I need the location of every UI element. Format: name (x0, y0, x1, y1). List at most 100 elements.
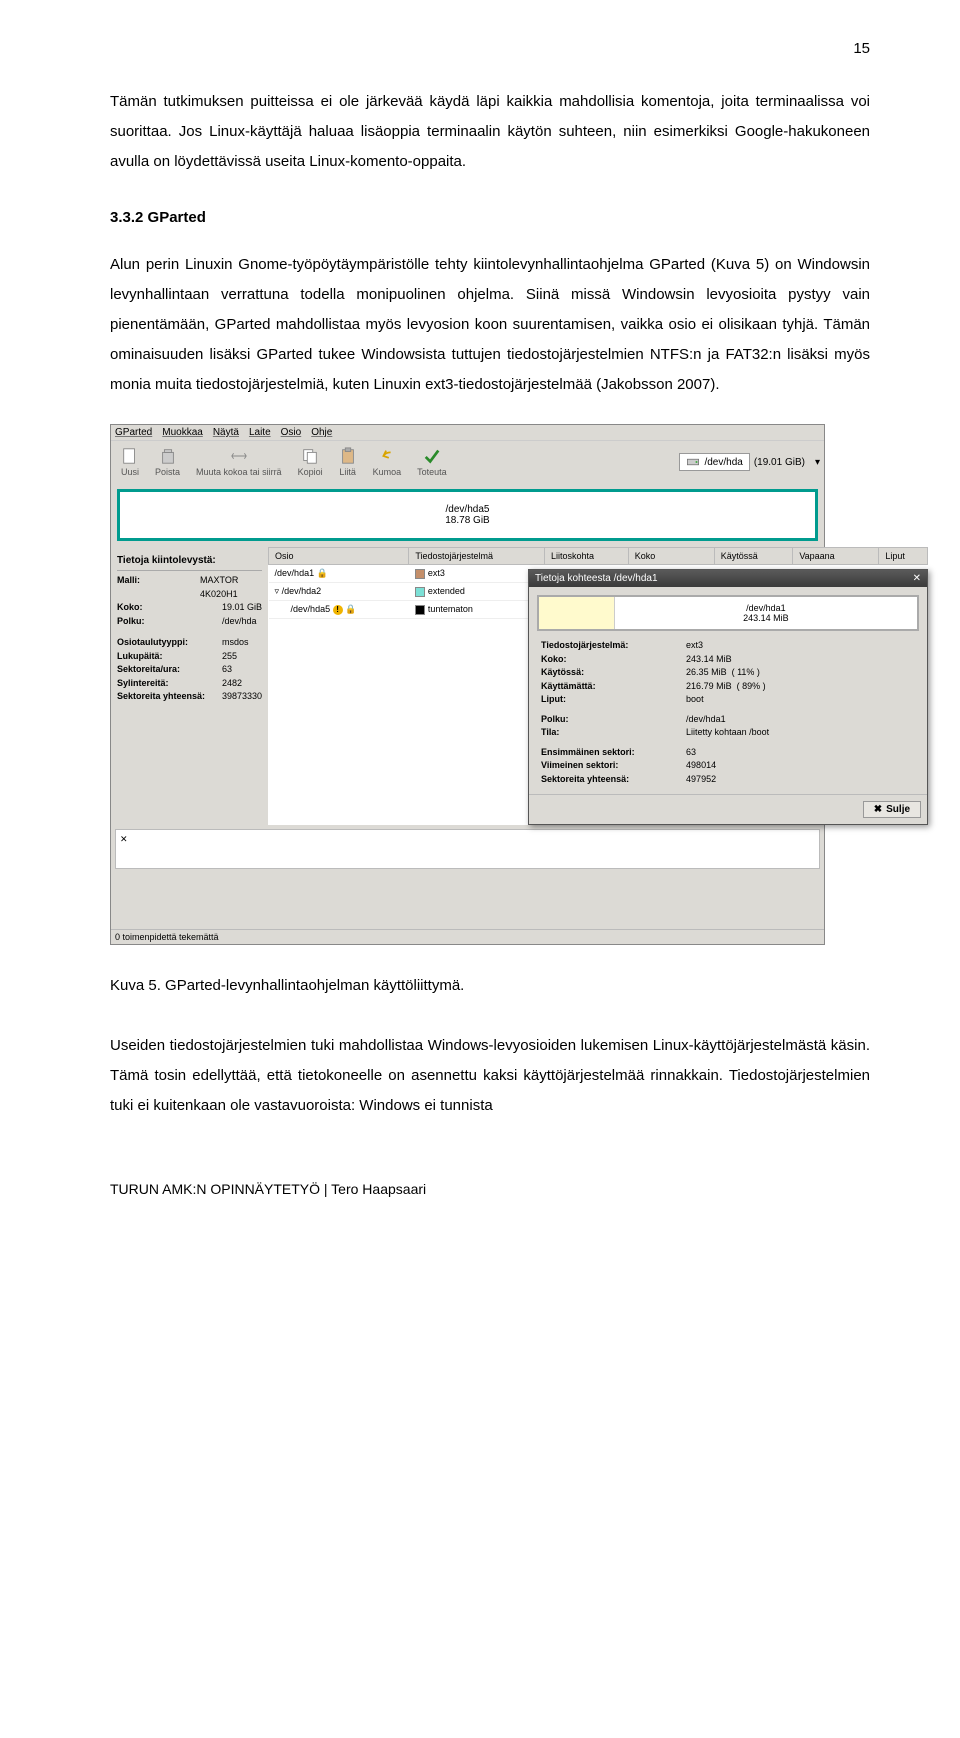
info-ptable-key: Osiotaulutyyppi: (117, 636, 222, 650)
tool-resize-label: Muuta kokoa tai siirrä (196, 467, 282, 477)
partition-table: Osio Tiedostojärjestelmä Liitoskohta Kok… (268, 547, 928, 825)
figure-caption: Kuva 5. GParted-levynhallintaohjelman kä… (110, 971, 870, 1001)
col-mount[interactable]: Liitoskohta (544, 548, 628, 565)
col-size[interactable]: Koko (628, 548, 714, 565)
tool-undo[interactable]: Kumoa (367, 445, 408, 479)
info-total-value: 39873330 (222, 690, 262, 704)
disk-info-panel: Tietoja kiintolevystä: Malli:MAXTOR 4K02… (111, 547, 268, 825)
cell-fs: extended (428, 586, 465, 596)
info-path-value: /dev/hda (222, 615, 257, 629)
partition-visual[interactable]: /dev/hda5 18.78 GiB (117, 489, 818, 541)
dlg-fs-key: Tiedostojärjestelmä: (541, 639, 686, 653)
tool-paste-label: Liitä (339, 467, 356, 477)
dlg-flags-key: Liput: (541, 693, 686, 707)
info-cyl-value: 2482 (222, 677, 242, 691)
toolbar: Uusi Poista Muuta kokoa tai siirrä Kopio… (111, 440, 824, 483)
info-size-key: Koko: (117, 601, 222, 615)
info-spt-value: 63 (222, 663, 232, 677)
copy-icon (301, 447, 319, 465)
tool-paste[interactable]: Liitä (333, 445, 363, 479)
dlg-fs-value: ext3 (686, 639, 703, 653)
dlg-first-key: Ensimmäinen sektori: (541, 746, 686, 760)
disk-size-label: (19.01 GiB) (754, 457, 811, 468)
col-partition[interactable]: Osio (269, 548, 409, 565)
dlg-path-key: Polku: (541, 713, 686, 727)
col-flags[interactable]: Liput (879, 548, 928, 565)
paragraph-gparted: Alun perin Linuxin Gnome-työpöytäympäris… (110, 250, 870, 400)
partition-visual-name: /dev/hda5 (446, 504, 490, 515)
close-button-label: Sulje (886, 804, 910, 815)
dlg-unused-pct: ( 89% ) (737, 680, 766, 694)
tool-delete[interactable]: Poista (149, 445, 186, 479)
cell-part: /dev/hda1 (275, 568, 315, 578)
fs-swatch-icon (415, 569, 425, 579)
menu-edit[interactable]: Muokkaa (162, 427, 203, 438)
new-icon (121, 447, 139, 465)
dlg-last-value: 498014 (686, 759, 716, 773)
dlg-used-pct: ( 11% ) (732, 666, 760, 680)
menu-view[interactable]: Näytä (213, 427, 239, 438)
apply-icon (423, 447, 441, 465)
tool-resize[interactable]: Muuta kokoa tai siirrä (190, 445, 288, 479)
col-used[interactable]: Käytössä (714, 548, 793, 565)
pending-close-icon[interactable]: ✕ (120, 834, 128, 845)
info-cyl-key: Sylintereitä: (117, 677, 222, 691)
info-path-key: Polku: (117, 615, 222, 629)
tool-new[interactable]: Uusi (115, 445, 145, 479)
disk-selector[interactable]: /dev/hda (679, 453, 749, 471)
dlg-first-value: 63 (686, 746, 696, 760)
tool-apply[interactable]: Toteuta (411, 445, 453, 479)
undo-icon (378, 447, 396, 465)
dlg-state-value: Liitetty kohtaan /boot (686, 726, 769, 740)
gparted-screenshot: GParted Muokkaa Näytä Laite Osio Ohje Uu… (110, 424, 825, 945)
dialog-vis-size: 243.14 MiB (743, 613, 789, 623)
close-button[interactable]: ✖ Sulje (863, 801, 921, 818)
disk-icon (686, 455, 700, 469)
info-title: Tietoja kiintolevystä: (117, 553, 262, 571)
x-icon: ✖ (874, 804, 882, 815)
info-heads-key: Lukupäitä: (117, 650, 222, 664)
paste-icon (339, 447, 357, 465)
usage-fill (539, 597, 615, 629)
dlg-unused-key: Käyttämättä: (541, 680, 686, 694)
info-total-key: Sektoreita yhteensä: (117, 690, 222, 704)
info-model-key: Malli: (117, 574, 200, 601)
section-heading: 3.3.2 GParted (110, 209, 870, 226)
lock-icon: 🔒 (345, 604, 356, 614)
cell-part: /dev/hda2 (282, 586, 322, 596)
paragraph-support: Useiden tiedostojärjestelmien tuki mahdo… (110, 1031, 870, 1121)
pending-operations: ✕ (115, 829, 820, 869)
dlg-size-key: Koko: (541, 653, 686, 667)
dlg-unused-value: 216.79 MiB (686, 680, 732, 694)
dialog-vis-name: /dev/hda1 (746, 603, 786, 613)
cell-fs: tuntematon (428, 604, 473, 614)
paragraph-intro: Tämän tutkimuksen puitteissa ei ole järk… (110, 87, 870, 177)
tool-new-label: Uusi (121, 467, 139, 477)
tool-delete-label: Poista (155, 467, 180, 477)
fs-swatch-icon (415, 587, 425, 597)
info-model-value: MAXTOR 4K020H1 (200, 574, 262, 601)
menu-partition[interactable]: Osio (281, 427, 302, 438)
dialog-partition-visual: /dev/hda1 243.14 MiB (537, 595, 919, 631)
dlg-size-value: 243.14 MiB (686, 653, 732, 667)
tool-copy-label: Kopioi (298, 467, 323, 477)
info-ptable-value: msdos (222, 636, 249, 650)
col-free[interactable]: Vapaana (793, 548, 879, 565)
menu-help[interactable]: Ohje (311, 427, 332, 438)
menu-device[interactable]: Laite (249, 427, 271, 438)
dlg-used-value: 26.35 MiB (686, 666, 727, 680)
dialog-titlebar[interactable]: Tietoja kohteesta /dev/hda1 ✕ (529, 570, 927, 587)
chevron-down-icon[interactable]: ▾ (815, 457, 820, 468)
tool-copy[interactable]: Kopioi (292, 445, 329, 479)
tool-apply-label: Toteuta (417, 467, 447, 477)
disk-selector-label: /dev/hda (704, 457, 742, 468)
resize-icon (230, 447, 248, 465)
info-size-value: 19.01 GiB (222, 601, 262, 615)
menu-gparted[interactable]: GParted (115, 427, 152, 438)
close-icon[interactable]: ✕ (913, 573, 921, 584)
dlg-total-key: Sektoreita yhteensä: (541, 773, 686, 787)
dlg-state-key: Tila: (541, 726, 686, 740)
dlg-flags-value: boot (686, 693, 704, 707)
status-bar: 0 toimenpidettä tekemättä (111, 929, 824, 944)
col-fs[interactable]: Tiedostojärjestelmä (409, 548, 545, 565)
